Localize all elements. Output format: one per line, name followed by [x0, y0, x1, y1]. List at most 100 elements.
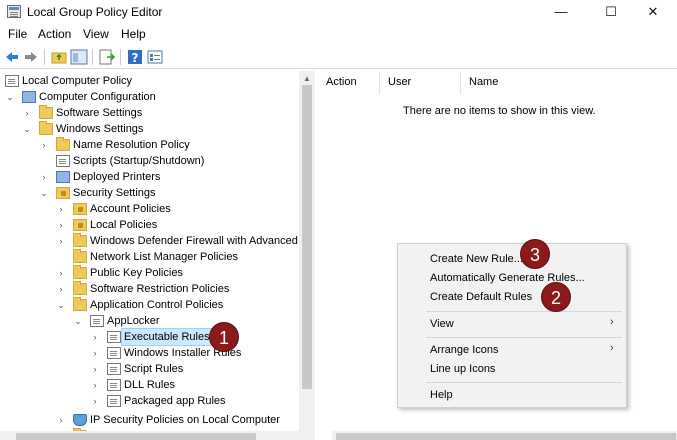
scrollbar-thumb[interactable]	[302, 85, 312, 389]
chevron-down-icon[interactable]: ⌄	[5, 89, 15, 105]
chevron-down-icon[interactable]: ⌄	[73, 313, 83, 329]
toolbar-separator	[92, 49, 93, 65]
folder-icon	[73, 297, 87, 311]
close-button[interactable]: ✕	[630, 0, 676, 24]
tree-item-local-computer-policy[interactable]: Local Computer Policy	[0, 73, 300, 89]
chevron-right-icon[interactable]: ›	[90, 345, 100, 361]
tree-item-network-list-manager[interactable]: Network List Manager Policies	[0, 249, 300, 265]
console-tree: Local Computer Policy ⌄ Computer Configu…	[0, 71, 315, 440]
chevron-right-icon[interactable]: ›	[90, 393, 100, 409]
tree-item-script-rules[interactable]: › Script Rules	[0, 361, 300, 377]
scroll-up-arrow-icon[interactable]: ▲	[303, 74, 311, 83]
chevron-right-icon[interactable]: ›	[56, 201, 66, 217]
chevron-right-icon[interactable]: ›	[90, 361, 100, 377]
chevron-right-icon[interactable]: ›	[39, 137, 49, 153]
chevron-right-icon[interactable]: ›	[56, 265, 66, 281]
up-folder-icon[interactable]	[50, 48, 68, 66]
tree-item-applocker[interactable]: ⌄ AppLocker	[0, 313, 300, 329]
tree-item-software-settings[interactable]: › Software Settings	[0, 105, 300, 121]
tree-item-software-restriction[interactable]: › Software Restriction Policies	[0, 281, 300, 297]
minimize-button[interactable]: —	[538, 0, 584, 24]
tree-item-name-resolution-policy[interactable]: › Name Resolution Policy	[0, 137, 300, 153]
menu-item-line-up-icons[interactable]: Line up Icons	[430, 361, 495, 377]
security-folder-icon	[56, 187, 70, 199]
script-rules-icon	[107, 363, 121, 375]
folder-icon	[73, 281, 87, 295]
tree-item-executable-rules[interactable]: › Executable Rules	[0, 328, 300, 346]
dll-rules-icon	[107, 379, 121, 391]
tree-item-public-key-policies[interactable]: › Public Key Policies	[0, 265, 300, 281]
menu-separator	[426, 311, 622, 312]
menu-view[interactable]: View	[83, 27, 109, 41]
details-horizontal-scrollbar[interactable]	[332, 431, 677, 440]
help-icon[interactable]: ?	[126, 48, 144, 66]
column-header-user[interactable]: User	[380, 71, 461, 94]
tree-item-windows-settings[interactable]: ⌄ Windows Settings	[0, 121, 300, 137]
show-hide-tree-icon[interactable]	[70, 48, 88, 66]
submenu-arrow-icon: ›	[610, 342, 614, 354]
maximize-button[interactable]: ☐	[588, 0, 634, 24]
chevron-right-icon[interactable]: ›	[56, 233, 66, 249]
executable-rules-icon	[107, 331, 121, 343]
chevron-down-icon[interactable]: ⌄	[22, 121, 32, 137]
column-header-name[interactable]: Name	[461, 71, 677, 94]
menu-action[interactable]: Action	[38, 27, 71, 41]
chevron-right-icon[interactable]: ›	[56, 412, 66, 428]
chevron-down-icon[interactable]: ⌄	[39, 185, 49, 201]
tree-item-deployed-printers[interactable]: › Deployed Printers	[0, 169, 300, 185]
group-policy-app-icon	[7, 5, 21, 18]
tree-item-scripts[interactable]: Scripts (Startup/Shutdown)	[0, 153, 300, 169]
export-list-icon[interactable]	[98, 48, 116, 66]
installer-rules-icon	[107, 347, 121, 359]
chevron-right-icon[interactable]: ›	[90, 377, 100, 393]
toolbar-separator	[44, 49, 45, 65]
folder-icon	[39, 121, 53, 135]
toolbar-separator	[120, 49, 121, 65]
title-bar: Local Group Policy Editor — ☐ ✕	[0, 0, 677, 24]
step-badge-3: 3	[520, 239, 550, 269]
tree-item-computer-configuration[interactable]: ⌄ Computer Configuration	[0, 89, 300, 105]
chevron-right-icon[interactable]: ›	[56, 217, 66, 233]
context-menu: Create New Rule... Automatically Generat…	[397, 243, 627, 408]
menu-item-view[interactable]: View	[430, 316, 454, 332]
chevron-right-icon[interactable]: ›	[22, 105, 32, 121]
tree-item-packaged-app-rules[interactable]: › Packaged app Rules	[0, 393, 300, 409]
tree-item-application-control[interactable]: ⌄ Application Control Policies	[0, 297, 300, 313]
back-arrow-icon[interactable]	[3, 48, 21, 66]
menu-item-help[interactable]: Help	[430, 387, 453, 403]
tree-horizontal-scrollbar[interactable]	[0, 431, 299, 440]
scrollbar-thumb[interactable]	[336, 433, 676, 440]
tree-item-local-policies[interactable]: › Local Policies	[0, 217, 300, 233]
applocker-icon	[90, 315, 104, 327]
menu-file[interactable]: File	[8, 27, 27, 41]
forward-arrow-icon[interactable]	[22, 48, 40, 66]
menu-item-create-new-rule[interactable]: Create New Rule...	[430, 251, 523, 267]
chevron-right-icon[interactable]: ›	[56, 281, 66, 297]
tree-item-ip-security-policies[interactable]: › IP Security Policies on Local Computer	[0, 412, 300, 428]
folder-icon	[73, 249, 87, 263]
chevron-right-icon[interactable]: ›	[39, 169, 49, 185]
chevron-right-icon[interactable]: ›	[90, 329, 100, 345]
step-badge-2: 2	[541, 282, 571, 312]
tree-vertical-scrollbar[interactable]: ▲	[299, 71, 315, 440]
folder-icon	[56, 137, 70, 151]
tree-item-dll-rules[interactable]: › DLL Rules	[0, 377, 300, 393]
security-folder-icon	[73, 203, 87, 215]
tree-item-account-policies[interactable]: › Account Policies	[0, 201, 300, 217]
empty-list-message: There are no items to show in this view.	[403, 105, 596, 117]
scrollbar-thumb[interactable]	[16, 433, 256, 440]
folder-icon	[73, 265, 87, 279]
menu-help[interactable]: Help	[121, 27, 146, 41]
menu-item-create-default-rules[interactable]: Create Default Rules	[430, 289, 532, 305]
computer-icon	[22, 91, 36, 103]
folder-icon	[73, 233, 87, 247]
chevron-down-icon[interactable]: ⌄	[56, 297, 66, 313]
tree-item-security-settings[interactable]: ⌄ Security Settings	[0, 185, 300, 201]
properties-view-icon[interactable]	[146, 48, 164, 66]
submenu-arrow-icon: ›	[610, 316, 614, 328]
tree-item-windows-installer-rules[interactable]: › Windows Installer Rules	[0, 345, 300, 361]
window-title: Local Group Policy Editor	[27, 5, 163, 19]
tree-item-windows-defender-firewall[interactable]: › Windows Defender Firewall with Advance…	[0, 233, 308, 249]
menu-item-arrange-icons[interactable]: Arrange Icons	[430, 342, 498, 358]
column-header-action[interactable]: Action	[318, 71, 380, 94]
